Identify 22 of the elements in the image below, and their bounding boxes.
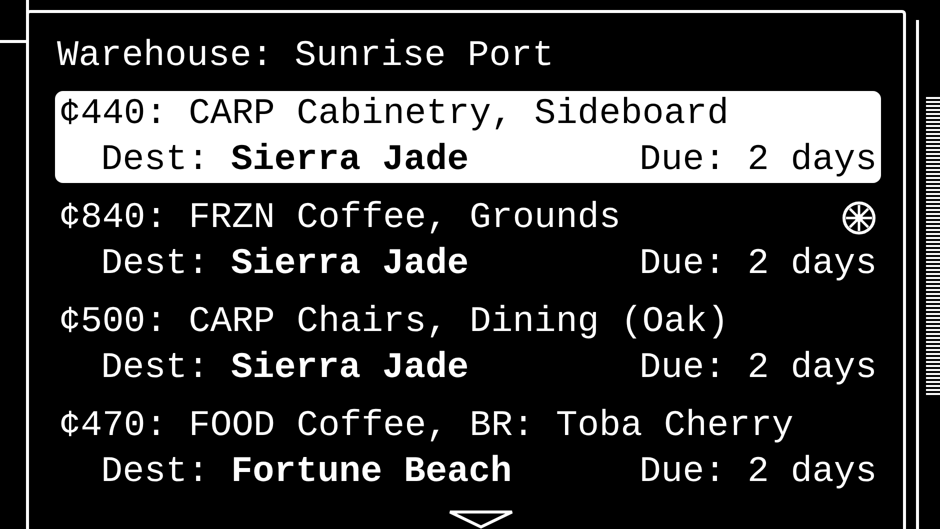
order-row[interactable]: ¢840: FRZN Coffee, Grounds Dest: Sierra Jade Due: 2 days [55,195,881,287]
dest-label: Dest: [101,138,210,182]
destination-name: Sierra Jade [231,346,469,390]
order-title: ¢470: FOOD Coffee, BR: Toba Cherry [59,404,794,448]
due-text: Due: 2 days [639,346,877,390]
order-title: ¢440: CARP Cabinetry, Sideboard [59,92,729,136]
dest-label: Dest: [101,450,210,494]
scroll-down-icon[interactable] [448,510,514,529]
order-row[interactable]: ¢500: CARP Chairs, Dining (Oak) Dest: Sierra Jade Due: 2 days [55,299,881,391]
order-row[interactable]: ¢440: CARP Cabinetry, Sideboard Dest: Sierra Jade Due: 2 days [55,91,881,183]
order-title: ¢500: CARP Chairs, Dining (Oak) [59,300,729,344]
panel-title: Warehouse: Sunrise Port [57,34,555,78]
due-text: Due: 2 days [639,242,877,286]
dest-label: Dest: [101,242,210,286]
destination-name: Sierra Jade [231,138,469,182]
destination-name: Sierra Jade [231,242,469,286]
due-text: Due: 2 days [639,450,877,494]
due-text: Due: 2 days [639,138,877,182]
dest-label: Dest: [101,346,210,390]
order-row[interactable]: ¢470: FOOD Coffee, BR: Toba Cherry Dest: Fortune Beach Due: 2 days [55,403,881,495]
order-title: ¢840: FRZN Coffee, Grounds [59,196,621,240]
destination-name: Fortune Beach [231,450,512,494]
